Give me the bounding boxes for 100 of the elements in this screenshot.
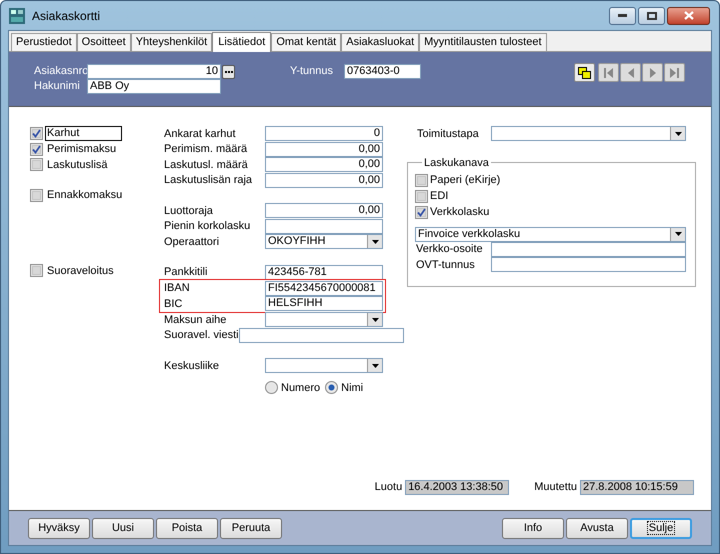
radio-label: Nimi: [341, 380, 364, 396]
tab[interactable]: Perustiedot: [11, 33, 77, 51]
tab[interactable]: Asiakasluokat: [341, 33, 420, 51]
field-label: Hakunimi: [34, 79, 81, 94]
next-record-button[interactable]: [642, 63, 663, 82]
readonly-field: 27.8.2008 10:15:59: [580, 480, 694, 495]
field-label: Perimism. määrä: [164, 142, 248, 157]
number-field[interactable]: 0,00: [265, 172, 383, 188]
checkbox[interactable]: [415, 190, 428, 203]
text-field[interactable]: FI5542345670000081: [265, 280, 383, 296]
field-label: Ankarat karhut: [164, 126, 237, 142]
field-label: Laskutusl. määrä: [164, 158, 249, 172]
number-field[interactable]: 0,00: [265, 157, 383, 172]
dialog-button[interactable]: Hyväksy: [28, 518, 90, 538]
dropdown-field[interactable]: OKOYFIHH: [265, 234, 383, 250]
readonly-field: 16.4.2003 13:38:50: [405, 480, 510, 495]
dropdown-icon: [674, 232, 682, 236]
field-label: Toimitustapa: [417, 126, 480, 142]
field-label: Pankkitili: [164, 265, 208, 280]
field-label: Luottoraja: [164, 204, 214, 218]
dropdown-icon: [372, 364, 378, 368]
dialog-button[interactable]: Uusi: [92, 518, 154, 538]
dropdown-field[interactable]: [265, 312, 383, 328]
field-label: Maksun aihe: [164, 312, 228, 328]
dropdown-icon: [372, 318, 378, 322]
checkbox[interactable]: [30, 142, 43, 156]
business-id-field[interactable]: 0763403-0: [344, 64, 421, 79]
dialog-button[interactable]: Avusta: [566, 518, 628, 538]
checkbox-label: Ennakkomaksu: [46, 188, 122, 203]
tab[interactable]: Lisätiedot: [212, 32, 272, 52]
minimize-button[interactable]: [609, 6, 636, 24]
text-field[interactable]: 423456-781: [265, 264, 383, 280]
number-field[interactable]: 0: [265, 126, 383, 142]
field-label: Laskutuslisän raja: [164, 173, 254, 188]
last-record-button[interactable]: [664, 63, 685, 82]
field-label: Suoravel. viesti: [164, 328, 239, 343]
checkbox[interactable]: [30, 264, 43, 278]
customer-number-field[interactable]: 10: [87, 64, 221, 79]
checkbox-label: Perimismaksu: [46, 142, 116, 157]
maximize-button[interactable]: [638, 6, 665, 24]
checkbox-label: Karhut: [45, 126, 122, 142]
next-icon: [650, 68, 656, 78]
field-label: OVT-tunnus: [415, 258, 476, 272]
text-field[interactable]: [491, 257, 686, 272]
dialog-button[interactable]: Peruuta: [220, 518, 282, 538]
checkbox[interactable]: [415, 174, 428, 187]
field-label: Keskusliike: [164, 358, 220, 374]
field-label: Y-tunnus: [290, 64, 334, 80]
minimize-icon: [618, 14, 627, 17]
dropdown-icon: [372, 240, 378, 244]
close-button[interactable]: [667, 6, 710, 24]
browse-button[interactable]: [222, 64, 235, 78]
app-icon: [8, 6, 26, 24]
first-icon: [604, 68, 613, 78]
maximize-icon: [646, 12, 656, 20]
field-label: Operaattori: [164, 234, 220, 250]
dialog-button[interactable]: Info: [502, 518, 564, 538]
dropdown-field[interactable]: Finvoice verkkolasku: [415, 226, 686, 242]
field-label: Luotu: [374, 480, 402, 495]
radio-button[interactable]: [325, 381, 338, 394]
tab[interactable]: Omat kentät: [271, 33, 342, 51]
text-field[interactable]: [491, 242, 686, 257]
checkbox-label: Suoraveloitus: [46, 264, 114, 278]
search-name-field[interactable]: ABB Oy: [87, 79, 221, 94]
number-field[interactable]: 0,00: [265, 203, 383, 218]
checkbox[interactable]: [30, 127, 43, 140]
tab[interactable]: Yhteyshenkilöt: [130, 33, 212, 51]
dialog-button[interactable]: Poista: [156, 518, 218, 538]
dropdown-icon: [674, 132, 682, 136]
checkbox-label: Paperi (eKirje): [430, 173, 500, 188]
squares-icon: [578, 66, 591, 78]
text-field[interactable]: [265, 218, 383, 234]
checkbox[interactable]: [415, 206, 428, 219]
checkbox[interactable]: [30, 188, 43, 202]
previous-icon: [628, 68, 634, 78]
field-label: IBAN: [164, 281, 191, 296]
radio-button[interactable]: [265, 381, 278, 394]
field-label: Asiakasnro: [34, 64, 87, 80]
checkbox-label: Verkkolasku: [430, 205, 490, 220]
field-label: Pienin korkolasku: [164, 219, 252, 234]
field-label: Muutettu: [534, 480, 577, 495]
tab[interactable]: Osoitteet: [76, 33, 131, 51]
dropdown-field[interactable]: [491, 126, 686, 142]
text-field[interactable]: HELSFIHH: [265, 296, 383, 312]
field-label: Verkko-osoite: [415, 242, 484, 257]
dialog-button[interactable]: Sulje: [630, 518, 692, 538]
window-title: Asiakaskortti: [32, 8, 102, 24]
field-label: BIC: [164, 296, 184, 312]
dropdown-field[interactable]: [265, 358, 383, 374]
tab[interactable]: Myyntitilausten tulosteet: [419, 33, 547, 51]
checkbox[interactable]: [30, 158, 43, 172]
close-icon: [684, 11, 694, 20]
last-icon: [670, 68, 679, 78]
previous-record-button[interactable]: [620, 63, 641, 82]
checkbox-label: Laskutuslisä: [46, 158, 108, 172]
number-field[interactable]: 0,00: [265, 142, 383, 157]
checkbox-label: EDI: [430, 189, 448, 204]
radio-label: Numero: [281, 380, 320, 396]
text-field[interactable]: [238, 328, 404, 343]
duplicate-button[interactable]: [574, 63, 595, 82]
